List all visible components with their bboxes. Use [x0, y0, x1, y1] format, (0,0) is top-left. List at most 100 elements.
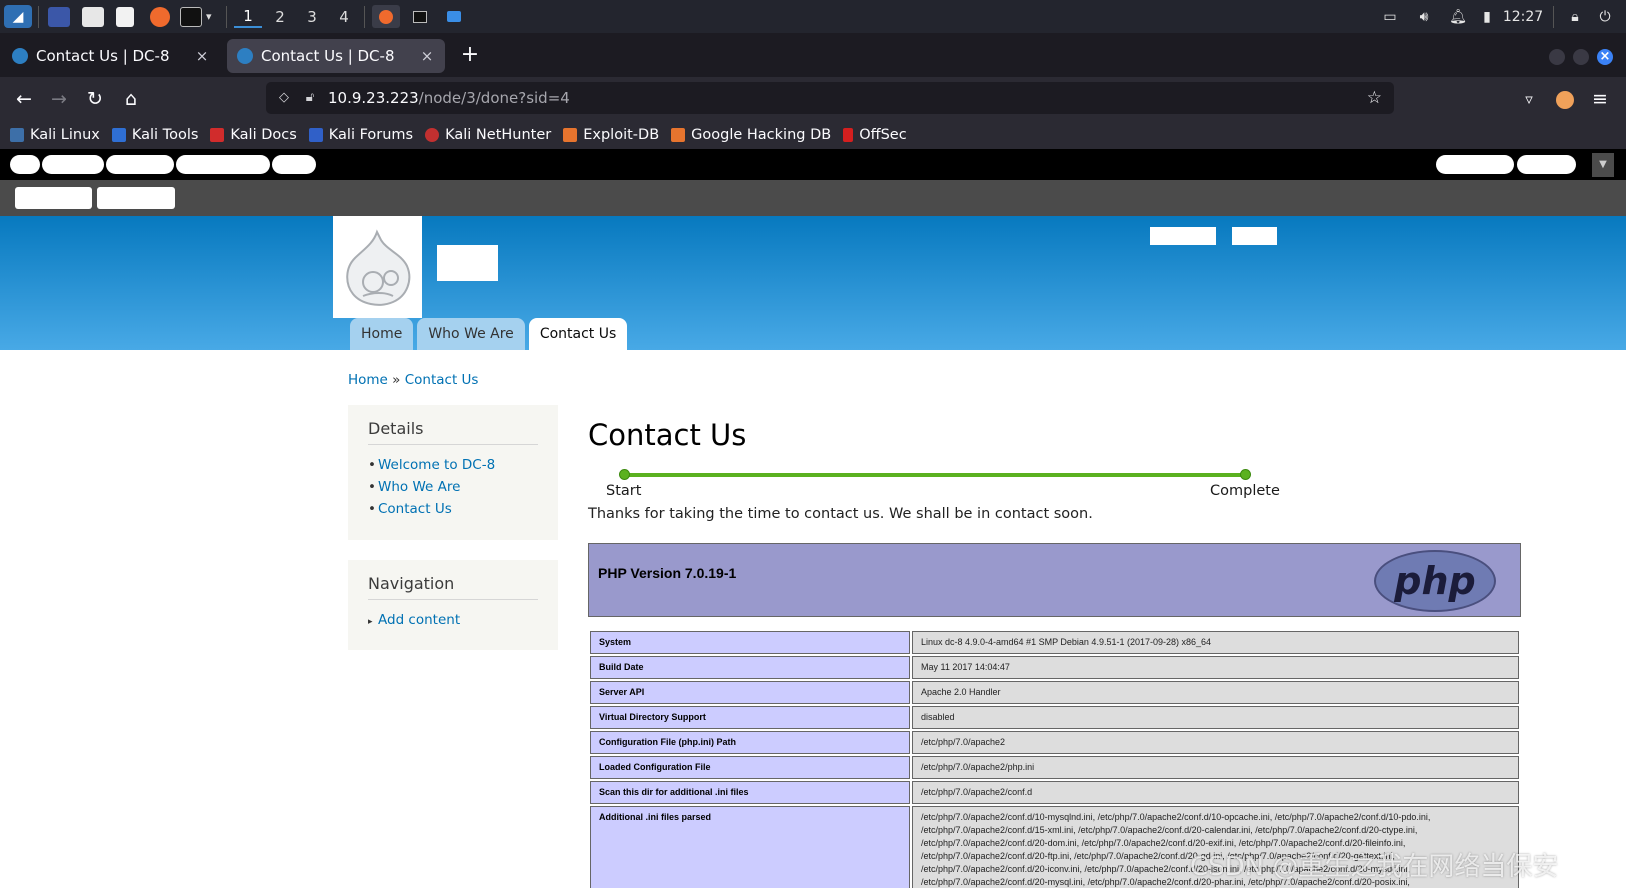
workspace-1[interactable]: 1: [234, 5, 262, 28]
minimize-window-button[interactable]: [1549, 49, 1565, 65]
maximize-window-button[interactable]: [1573, 49, 1589, 65]
firefox-icon[interactable]: [150, 5, 170, 28]
admin-logout-link[interactable]: [1517, 155, 1576, 174]
main-menu-who-we-are[interactable]: Who We Are: [417, 318, 525, 350]
bookmark-kali-nethunter[interactable]: Kali NetHunter: [425, 127, 551, 143]
offsec-icon: [843, 128, 854, 142]
desktop-icon[interactable]: [48, 5, 70, 28]
admin-menu-item[interactable]: [10, 155, 40, 174]
admin-menu-item[interactable]: [42, 155, 104, 174]
bookmark-google-hacking-db[interactable]: Google Hacking DB: [671, 127, 831, 143]
bookmark-label: Kali Linux: [30, 127, 100, 143]
admin-menu-item[interactable]: [272, 155, 316, 174]
main-menu: Home Who We Are Contact Us: [350, 318, 631, 350]
main-menu-contact-us[interactable]: Contact Us: [528, 318, 628, 350]
workspace-4[interactable]: 4: [330, 5, 358, 28]
site-name[interactable]: [437, 245, 498, 281]
clock[interactable]: 12:27: [1499, 9, 1547, 25]
bookmark-kali-docs[interactable]: Kali Docs: [210, 127, 297, 143]
terminal-dropdown-icon[interactable]: ▾: [206, 5, 212, 28]
bookmark-exploit-db[interactable]: Exploit-DB: [563, 127, 659, 143]
url-bar[interactable]: ◇ 🔓︎ 10.9.23.223 /node/3/done?sid=4 ☆: [266, 82, 1394, 114]
details-link-welcome[interactable]: Welcome to DC-8: [378, 457, 495, 473]
shortcuts-toggle-icon[interactable]: ▼: [1592, 153, 1614, 177]
terminal-icon[interactable]: [180, 5, 202, 28]
phpinfo-value: /etc/php/7.0/apache2/conf.d: [912, 781, 1519, 804]
back-arrow-icon[interactable]: ←: [9, 84, 39, 114]
tab-close-icon[interactable]: ×: [194, 47, 210, 65]
tab-title: Contact Us | DC-8: [261, 47, 395, 65]
table-row: Virtual Directory Support disabled: [590, 706, 1519, 729]
drupal-favicon-icon: [12, 48, 28, 64]
shield-icon[interactable]: ◇: [276, 90, 292, 106]
site-logo[interactable]: [333, 216, 422, 318]
bookmark-kali-forums[interactable]: Kali Forums: [308, 127, 413, 143]
drupal-logo-icon: [346, 229, 411, 306]
workspace-2[interactable]: 2: [266, 5, 294, 28]
firefox-window-button[interactable]: [372, 5, 400, 28]
php-logo-icon[interactable]: php: [1374, 550, 1496, 612]
add-content-link[interactable]: Add content: [378, 612, 460, 628]
insecure-lock-icon[interactable]: 🔓︎: [302, 90, 318, 106]
admin-account-link[interactable]: [1436, 155, 1514, 174]
browser-tab-1[interactable]: Contact Us | DC-8 ×: [2, 39, 220, 73]
watermark-text: CSDN @重生之我在网络当保安: [1190, 852, 1559, 882]
forward-arrow-icon[interactable]: →: [44, 84, 74, 114]
table-row: Build Date May 11 2017 14:04:47: [590, 656, 1519, 679]
admin-menu-item[interactable]: [176, 155, 270, 174]
admin-menu-item[interactable]: [106, 155, 174, 174]
kali-menu-icon[interactable]: ◢: [4, 5, 32, 28]
phpinfo-value: disabled: [912, 706, 1519, 729]
bookmark-offsec[interactable]: OffSec: [843, 127, 907, 143]
phpinfo-key: Virtual Directory Support: [590, 706, 910, 729]
details-link-contact-us[interactable]: Contact Us: [378, 501, 452, 517]
folder-window-button[interactable]: [440, 5, 468, 28]
battery-icon[interactable]: ▮: [1475, 9, 1499, 25]
browser-tab-2[interactable]: Contact Us | DC-8 ×: [227, 39, 445, 73]
phpinfo-value: Linux dc-8 4.9.0-4-amd64 #1 SMP Debian 4…: [912, 631, 1519, 654]
page-title: Contact Us: [588, 418, 747, 452]
nethunter-icon: [425, 128, 440, 142]
kali-docs-icon: [210, 128, 225, 142]
main-menu-home[interactable]: Home: [350, 318, 414, 350]
lock-icon[interactable]: 🔒︎: [1560, 9, 1590, 25]
account-avatar-icon[interactable]: [1550, 84, 1580, 114]
shortcut-item[interactable]: [15, 187, 92, 209]
volume-icon[interactable]: 🔊︎: [1407, 9, 1441, 25]
new-tab-button[interactable]: +: [458, 43, 482, 67]
display-icon[interactable]: ▭: [1373, 9, 1407, 25]
tab-close-icon[interactable]: ×: [419, 47, 435, 65]
file-manager-icon[interactable]: [82, 5, 104, 28]
phpinfo-key: Configuration File (php.ini) Path: [590, 731, 910, 754]
ghdb-icon: [671, 128, 686, 142]
workspace-3[interactable]: 3: [298, 5, 326, 28]
bookmark-star-icon[interactable]: ☆: [1367, 88, 1382, 108]
breadcrumb-home[interactable]: Home: [348, 372, 388, 388]
secondary-menu-item[interactable]: [1150, 227, 1216, 245]
list-item: • Who We Are: [368, 479, 461, 495]
home-icon[interactable]: ⌂: [116, 84, 146, 114]
shortcut-item[interactable]: [97, 187, 175, 209]
taskbar-separator: [38, 6, 39, 28]
notification-bell-icon[interactable]: 🔔︎: [1441, 9, 1475, 25]
bookmark-kali-linux[interactable]: Kali Linux: [10, 127, 100, 143]
navigation-list: ▸ Add content: [368, 612, 538, 628]
terminal-window-button[interactable]: [406, 5, 434, 28]
url-host: 10.9.23.223: [328, 89, 419, 107]
power-icon[interactable]: ⏻: [1590, 9, 1620, 25]
drupal-favicon-icon: [237, 48, 253, 64]
system-tray: ▭ 🔊︎ 🔔︎ ▮ 12:27 🔒︎ ⏻: [1373, 0, 1620, 33]
close-window-button[interactable]: ×: [1597, 49, 1613, 65]
pocket-icon[interactable]: ▿: [1514, 84, 1544, 114]
text-editor-icon[interactable]: [116, 5, 134, 28]
bookmark-kali-tools[interactable]: Kali Tools: [111, 127, 198, 143]
secondary-menu-item[interactable]: [1232, 227, 1277, 245]
phpinfo-header: PHP Version 7.0.19-1 php: [588, 543, 1521, 617]
details-link-who-we-are[interactable]: Who We Are: [378, 479, 460, 495]
reload-icon[interactable]: ↻: [80, 84, 110, 114]
hamburger-menu-icon[interactable]: ≡: [1585, 84, 1615, 114]
breadcrumb-current[interactable]: Contact Us: [405, 372, 479, 388]
kali-dragon-icon: [10, 128, 24, 142]
bookmark-label: Kali Docs: [230, 127, 297, 143]
phpinfo-value: /etc/php/7.0/apache2: [912, 731, 1519, 754]
